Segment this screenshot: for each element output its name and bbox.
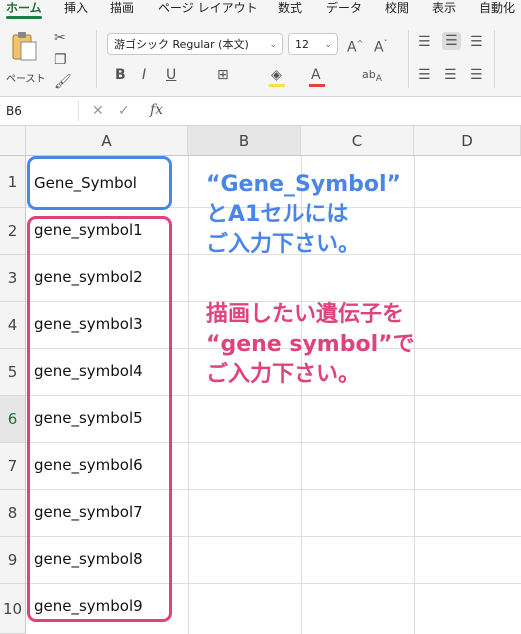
row-header-5[interactable]: 5 <box>0 349 26 396</box>
header-note-line: ご入力下さい。 <box>206 232 361 257</box>
row-header-9[interactable]: 9 <box>0 537 26 584</box>
list-note-line: 描画したい遺伝子を <box>206 302 405 327</box>
paste-label: ペースト <box>6 74 46 85</box>
tab-page-layout[interactable]: ページ レイアウト <box>158 0 258 22</box>
name-box[interactable]: B6 <box>4 101 79 121</box>
phonetic-icon[interactable]: abA <box>362 67 382 87</box>
align-top-icon[interactable]: ☰ <box>418 34 431 50</box>
underline-icon[interactable]: U <box>166 67 176 83</box>
column-header-d[interactable]: D <box>414 126 521 156</box>
chevron-down-icon: ⌄ <box>269 40 277 50</box>
increase-font-icon[interactable]: A^ <box>347 36 363 56</box>
border-icon[interactable]: ⊞ <box>217 67 229 83</box>
cut-icon[interactable]: ✂ <box>54 30 66 46</box>
column-header-a[interactable]: A <box>26 126 188 156</box>
copy-icon[interactable]: ❐ <box>54 52 67 68</box>
paste-button[interactable]: ペースト <box>4 26 50 86</box>
row-header-6[interactable]: 6 <box>0 396 26 443</box>
font-size-value: 12 <box>295 38 309 51</box>
tab-insert[interactable]: 挿入 <box>64 0 88 22</box>
select-all-corner[interactable] <box>0 126 26 156</box>
align-center-icon[interactable]: ☰ <box>444 67 457 83</box>
paste-icon <box>12 32 37 61</box>
row-header-10[interactable]: 10 <box>0 584 26 634</box>
row-header-2[interactable]: 2 <box>0 208 26 255</box>
align-right-icon[interactable]: ☰ <box>470 67 483 83</box>
format-painter-icon[interactable]: 🖌 <box>54 74 72 90</box>
font-color-icon[interactable]: A <box>311 67 321 83</box>
formula-bar: B6 ✕ ✓ fx <box>0 97 521 126</box>
italic-icon[interactable]: I <box>142 67 146 83</box>
header-cell-highlight <box>27 156 172 210</box>
decrease-font-icon[interactable]: Aˇ <box>374 36 388 56</box>
align-left-icon[interactable]: ☰ <box>418 67 431 83</box>
header-note-line: とA1セルには <box>206 202 349 227</box>
column-header-b[interactable]: B <box>188 126 301 156</box>
font-name-value: 游ゴシック Regular (本文) <box>114 38 249 51</box>
tab-formulas[interactable]: 数式 <box>278 0 302 22</box>
chevron-down-icon: ⌄ <box>324 40 332 50</box>
tab-review[interactable]: 校閲 <box>385 0 409 22</box>
list-note-line: “gene symbol”で <box>206 332 415 357</box>
tab-home[interactable]: ホーム <box>6 0 42 22</box>
row-header-1[interactable]: 1 <box>0 156 26 208</box>
font-name-select[interactable]: 游ゴシック Regular (本文) ⌄ <box>107 33 283 55</box>
list-note-line: ご入力下さい。 <box>206 362 361 387</box>
gene-list-highlight <box>27 216 172 622</box>
ribbon-tabs: ホーム 挿入 描画 ページ レイアウト 数式 データ 校閲 表示 自動化 <box>0 0 521 22</box>
header-note-line: “Gene_Symbol” <box>206 172 401 197</box>
align-middle-icon[interactable]: ☰ <box>442 32 461 50</box>
align-bottom-icon[interactable]: ☰ <box>470 34 483 50</box>
tab-data[interactable]: データ <box>326 0 362 22</box>
fill-color-icon[interactable]: ◈ <box>271 67 282 83</box>
bold-icon[interactable]: B <box>115 67 126 83</box>
enter-icon[interactable]: ✓ <box>118 103 130 119</box>
tab-draw[interactable]: 描画 <box>110 0 134 22</box>
ribbon-home: ペースト ✂ ❐ 🖌 游ゴシック Regular (本文) ⌄ 12 ⌄ A^ Aˇ… <box>0 22 521 97</box>
font-size-select[interactable]: 12 ⌄ <box>288 33 338 55</box>
row-header-7[interactable]: 7 <box>0 443 26 490</box>
column-header-c[interactable]: C <box>301 126 414 156</box>
header-instruction-note: “Gene_Symbol” とA1セルには ご入力下さい。 <box>206 170 401 260</box>
fx-icon[interactable]: fx <box>150 102 163 118</box>
tab-automate[interactable]: 自動化 <box>479 0 515 22</box>
row-header-8[interactable]: 8 <box>0 490 26 537</box>
list-instruction-note: 描画したい遺伝子を “gene symbol”で ご入力下さい。 <box>206 300 415 390</box>
tab-view[interactable]: 表示 <box>432 0 456 22</box>
cancel-icon[interactable]: ✕ <box>92 103 104 119</box>
row-header-3[interactable]: 3 <box>0 255 26 302</box>
row-header-4[interactable]: 4 <box>0 302 26 349</box>
